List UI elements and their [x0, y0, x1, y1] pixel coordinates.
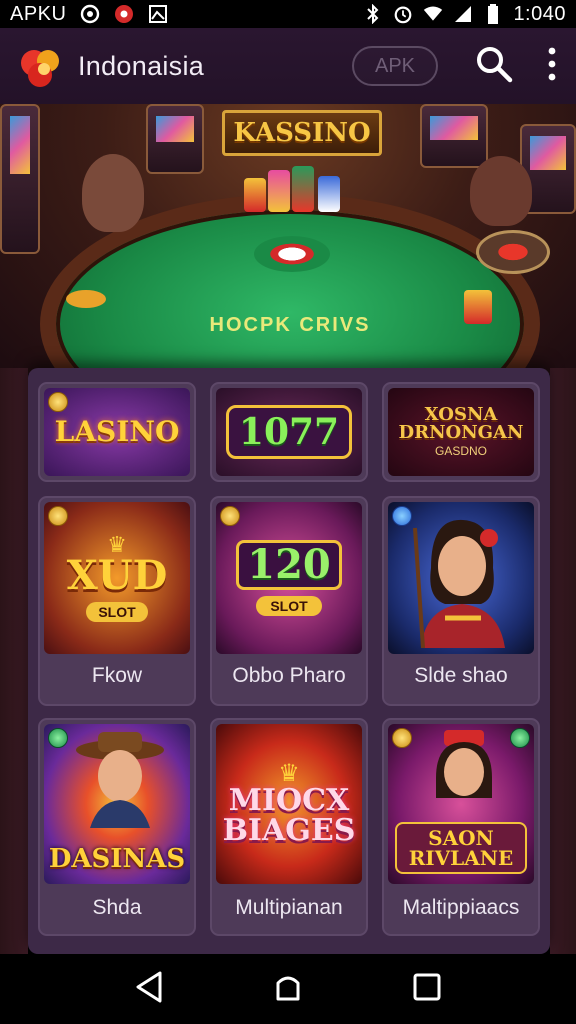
table-text: HOCPK CRIVS — [209, 314, 371, 336]
character-portrait — [413, 519, 505, 648]
slot-machine-image — [420, 104, 488, 168]
status-time: 1:040 — [513, 2, 566, 25]
slot-machine-image — [0, 104, 40, 254]
game-art-subtitle: SLOT — [86, 602, 148, 622]
game-thumbnail: 1077 — [216, 388, 362, 476]
game-art-title: DASINAS — [48, 844, 186, 874]
character-portrait — [76, 732, 164, 828]
slot-machine-image — [146, 104, 204, 174]
home-icon — [272, 971, 304, 1008]
coin-icon — [220, 506, 240, 526]
game-art-title: SAON RIVLANE — [408, 826, 514, 870]
status-app-label: APKU — [10, 2, 67, 25]
hero-banner[interactable]: KASSINO HOCPK CRIVS — [0, 104, 576, 374]
game-art-banner: SAON RIVLANE — [395, 822, 527, 874]
back-icon — [134, 971, 164, 1008]
side-shadow — [550, 368, 576, 954]
game-thumbnail: ♛ XUD SLOT — [44, 502, 190, 654]
game-art-title: 1077 — [238, 411, 340, 453]
game-thumbnail: DASINAS — [44, 724, 190, 884]
wifi-icon — [423, 4, 443, 24]
game-thumbnail: ♛ MIOCX BIAGES — [216, 724, 362, 884]
player-image — [470, 156, 532, 226]
hero-sign: KASSINO — [222, 110, 382, 156]
search-button[interactable] — [472, 44, 516, 88]
featured-game-card[interactable]: XOSNA DRNONGAN GASDNO — [382, 382, 540, 482]
game-name: Fkow — [91, 664, 143, 687]
recents-icon — [412, 972, 442, 1007]
game-card[interactable]: ♛ XUD SLOT Fkow — [38, 496, 196, 706]
game-name: Obbo Pharo — [232, 664, 346, 687]
game-art-subtitle: GASDNO — [434, 444, 487, 458]
game-art-title: LASINO — [54, 415, 180, 448]
game-thumbnail: XOSNA DRNONGAN GASDNO — [388, 388, 534, 476]
whatsapp-icon — [80, 4, 100, 24]
game-card[interactable]: DASINAS Shda — [38, 718, 196, 936]
game-art-title: XOSNA DRNONGAN — [398, 404, 524, 443]
more-menu-button[interactable] — [542, 44, 562, 88]
apk-button[interactable]: APK — [352, 46, 438, 86]
app-title: Indonaisia — [78, 50, 205, 81]
system-nav-bar — [0, 954, 576, 1024]
game-card[interactable]: SAON RIVLANE Maltippiaacs — [382, 718, 540, 936]
chip-stack — [268, 170, 290, 212]
alarm-icon — [393, 4, 413, 24]
character-portrait — [436, 730, 492, 798]
battery-icon — [483, 4, 503, 24]
game-name: Shda — [92, 896, 142, 919]
slot-reel-frame: 120 — [236, 540, 342, 590]
coin-icon — [392, 506, 412, 526]
chip-stack — [464, 290, 492, 324]
chip-stack — [244, 178, 266, 212]
chip-stack — [66, 290, 106, 308]
back-button[interactable] — [127, 967, 171, 1011]
bluetooth-icon — [363, 4, 383, 24]
game-art-title: XUD — [66, 552, 168, 599]
game-card[interactable]: Slde shao — [382, 496, 540, 706]
home-button[interactable] — [266, 967, 310, 1011]
image-icon — [148, 4, 168, 24]
coin-icon — [48, 728, 68, 748]
game-card[interactable]: ♛ MIOCX BIAGES Multipianan — [210, 718, 368, 936]
apk-label: APK — [374, 54, 416, 77]
signal-icon — [453, 4, 473, 24]
recents-button[interactable] — [405, 967, 449, 1011]
game-art-title: 120 — [247, 541, 331, 588]
chip-stack — [318, 176, 340, 212]
slot-reel-frame: 1077 — [225, 405, 353, 459]
side-shadow — [0, 368, 28, 954]
coin-icon — [48, 506, 68, 526]
game-name: Maltippiaacs — [402, 896, 520, 919]
roulette-wheel — [254, 236, 330, 272]
dealer-tray — [476, 230, 550, 274]
game-thumbnail — [388, 502, 534, 654]
coin-icon — [510, 728, 530, 748]
player-image — [82, 154, 144, 232]
game-thumbnail: LASINO — [44, 388, 190, 476]
coin-icon — [48, 392, 68, 412]
game-art-subtitle: SLOT — [256, 596, 322, 616]
game-name: Multipianan — [235, 896, 343, 919]
game-thumbnail: SAON RIVLANE — [388, 724, 534, 884]
game-card[interactable]: 120 SLOT Obbo Pharo — [210, 496, 368, 706]
game-thumbnail: 120 SLOT — [216, 502, 362, 654]
game-art-title: MIOCX BIAGES — [222, 783, 356, 848]
app-bar: Indonaisia APK — [0, 28, 576, 104]
search-icon — [475, 45, 513, 88]
status-bar: APKU 1:040 — [0, 0, 576, 28]
featured-game-card[interactable]: 1077 — [210, 382, 368, 482]
coin-icon — [392, 728, 412, 748]
featured-game-card[interactable]: LASINO — [38, 382, 196, 482]
game-name: Slde shao — [414, 664, 508, 687]
game-grid-panel: LASINO 1077 XOSNA DRNONGAN GASDNO ♛ XUD … — [28, 368, 550, 954]
chip-stack — [292, 166, 314, 212]
more-vert-icon — [548, 47, 556, 86]
app-logo-icon[interactable] — [14, 39, 68, 93]
record-icon — [114, 4, 134, 24]
